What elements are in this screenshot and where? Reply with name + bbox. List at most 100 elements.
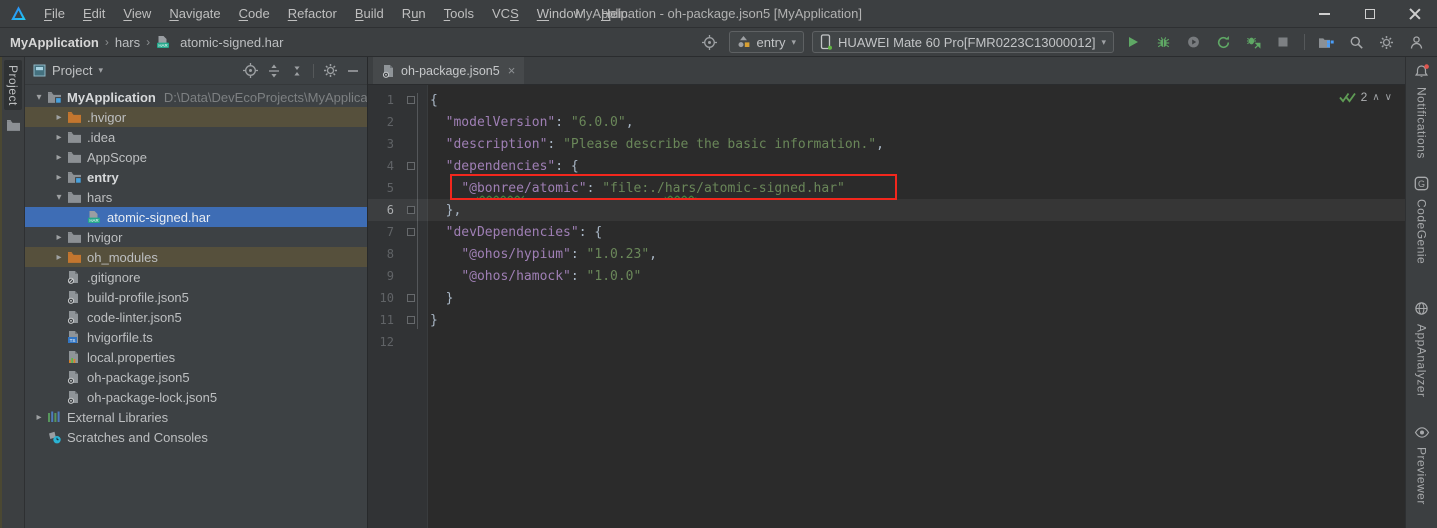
code-editor[interactable]: 1{2 "modelVersion": "6.0.0",3 "descripti… — [368, 85, 1405, 528]
breadcrumb-project[interactable]: MyApplication — [10, 35, 99, 50]
tree-item-external-libraries[interactable]: ▸External Libraries — [25, 407, 367, 427]
line-number[interactable]: 2 — [368, 115, 394, 129]
tree-item-hars[interactable]: ▾hars — [25, 187, 367, 207]
fold-marker-icon[interactable] — [394, 228, 428, 236]
line-number[interactable]: 8 — [368, 247, 394, 261]
project-tool-window-button[interactable]: Project — [4, 60, 22, 110]
chevron-right-icon[interactable]: ▸ — [51, 112, 67, 123]
notifications-tool-window-button[interactable]: Notifications — [1414, 64, 1430, 159]
code-line-3[interactable]: 3 "description": "Please describe the ba… — [368, 133, 1405, 155]
profile-button[interactable] — [1182, 31, 1204, 53]
device-select[interactable]: HUAWEI Mate 60 Pro[FMR0223C13000012] ▾ — [812, 31, 1114, 53]
tree-item-code-linter-json5[interactable]: code-linter.json5 — [25, 307, 367, 327]
search-everywhere-button[interactable] — [1345, 31, 1367, 53]
fold-marker-icon[interactable] — [394, 162, 428, 170]
code-line-8[interactable]: 8 "@ohos/hypium": "1.0.23", — [368, 243, 1405, 265]
tree-item-entry[interactable]: ▸entry — [25, 167, 367, 187]
chevron-right-icon[interactable]: ▸ — [31, 412, 47, 423]
menu-build[interactable]: Build — [346, 6, 393, 21]
close-button[interactable] — [1392, 0, 1437, 28]
code-line-2[interactable]: 2 "modelVersion": "6.0.0", — [368, 111, 1405, 133]
maximize-button[interactable] — [1347, 0, 1392, 28]
menu-file[interactable]: File — [35, 6, 74, 21]
codegenie-tool-window-button[interactable]: GCodeGenie — [1414, 176, 1429, 264]
minimize-button[interactable] — [1302, 0, 1347, 28]
appanalyzer-tool-window-button[interactable]: AppAnalyzer — [1414, 301, 1429, 398]
chevron-down-icon[interactable]: ▾ — [98, 65, 103, 76]
previous-problem-icon[interactable]: ∧ — [1372, 92, 1379, 103]
tree-item-local-properties[interactable]: local.properties — [25, 347, 367, 367]
code-line-9[interactable]: 9 "@ohos/hamock": "1.0.0" — [368, 265, 1405, 287]
line-number[interactable]: 5 — [368, 181, 394, 195]
line-number[interactable]: 1 — [368, 93, 394, 107]
inspections-widget[interactable]: 2 ∧ ∨ — [1339, 90, 1392, 104]
run-button[interactable] — [1122, 31, 1144, 53]
expand-all-icon[interactable] — [267, 64, 281, 78]
tree-item-appscope[interactable]: ▸AppScope — [25, 147, 367, 167]
chevron-down-icon[interactable]: ▾ — [31, 92, 47, 103]
fold-start-icon[interactable] — [407, 162, 415, 170]
menu-edit[interactable]: Edit — [74, 6, 114, 21]
chevron-right-icon[interactable]: ▸ — [51, 152, 67, 163]
breadcrumb-file[interactable]: atomic-signed.har — [180, 35, 283, 50]
code-line-1[interactable]: 1{ — [368, 89, 1405, 111]
line-number[interactable]: 9 — [368, 269, 394, 283]
stop-button[interactable] — [1272, 31, 1294, 53]
line-number[interactable]: 11 — [368, 313, 394, 327]
tree-item-oh-package-json5[interactable]: oh-package.json5 — [25, 367, 367, 387]
tree-item-myapplication[interactable]: ▾MyApplicationD:\Data\DevEcoProjects\MyA… — [25, 87, 367, 107]
code-line-12[interactable]: 12 — [368, 331, 1405, 353]
tree-item-hvigor[interactable]: ▸hvigor — [25, 227, 367, 247]
rerun-button[interactable] — [1212, 31, 1234, 53]
hide-panel-icon[interactable] — [347, 65, 359, 77]
code-line-6[interactable]: 6 }, — [368, 199, 1405, 221]
code-line-10[interactable]: 10 } — [368, 287, 1405, 309]
menu-tools[interactable]: Tools — [435, 6, 483, 21]
chevron-right-icon[interactable]: ▸ — [51, 132, 67, 143]
tree-item-hvigorfile-ts[interactable]: TShvigorfile.ts — [25, 327, 367, 347]
fold-end-icon[interactable] — [407, 316, 415, 324]
account-button[interactable] — [1405, 31, 1427, 53]
chevron-right-icon[interactable]: ▸ — [51, 232, 67, 243]
run-configuration-select[interactable]: entry ▾ — [729, 31, 804, 53]
fold-marker-icon[interactable] — [394, 294, 428, 302]
tree-item-scratches-and-consoles[interactable]: Scratches and Consoles — [25, 427, 367, 447]
debug-button[interactable] — [1152, 31, 1174, 53]
settings-button[interactable] — [1375, 31, 1397, 53]
line-number[interactable]: 12 — [368, 335, 394, 349]
menu-refactor[interactable]: Refactor — [279, 6, 346, 21]
line-number[interactable]: 10 — [368, 291, 394, 305]
menu-run[interactable]: Run — [393, 6, 435, 21]
tab-close-icon[interactable]: × — [508, 63, 516, 78]
tree-item-hvigor[interactable]: ▸.hvigor — [25, 107, 367, 127]
menu-navigate[interactable]: Navigate — [160, 6, 229, 21]
chevron-down-icon[interactable]: ▾ — [51, 192, 67, 203]
code-line-7[interactable]: 7 "devDependencies": { — [368, 221, 1405, 243]
tree-item-oh-modules[interactable]: ▸oh_modules — [25, 247, 367, 267]
fold-start-icon[interactable] — [407, 96, 415, 104]
fold-marker-icon[interactable] — [394, 96, 428, 104]
fold-marker-icon[interactable] — [394, 206, 428, 214]
tree-item-build-profile-json5[interactable]: build-profile.json5 — [25, 287, 367, 307]
device-file-browser-button[interactable] — [1315, 31, 1337, 53]
fold-end-icon[interactable] — [407, 294, 415, 302]
breadcrumb-folder[interactable]: hars — [115, 35, 140, 50]
fold-marker-icon[interactable] — [394, 316, 428, 324]
fold-start-icon[interactable] — [407, 228, 415, 236]
next-problem-icon[interactable]: ∨ — [1385, 92, 1392, 103]
line-number[interactable]: 4 — [368, 159, 394, 173]
line-number[interactable]: 7 — [368, 225, 394, 239]
tree-item-idea[interactable]: ▸.idea — [25, 127, 367, 147]
attach-debugger-button[interactable] — [1242, 31, 1264, 53]
line-number[interactable]: 3 — [368, 137, 394, 151]
menu-vcs[interactable]: VCS — [483, 6, 528, 21]
collapse-all-icon[interactable] — [290, 64, 304, 78]
code-line-11[interactable]: 11} — [368, 309, 1405, 331]
tree-item-atomic-signed-har[interactable]: HARatomic-signed.har — [25, 207, 367, 227]
project-panel-title[interactable]: Project — [52, 63, 92, 78]
tree-item-oh-package-lock-json5[interactable]: oh-package-lock.json5 — [25, 387, 367, 407]
chevron-right-icon[interactable]: ▸ — [51, 172, 67, 183]
chevron-right-icon[interactable]: ▸ — [51, 252, 67, 263]
tree-item-gitignore[interactable]: .gitignore — [25, 267, 367, 287]
line-number[interactable]: 6 — [368, 203, 394, 217]
